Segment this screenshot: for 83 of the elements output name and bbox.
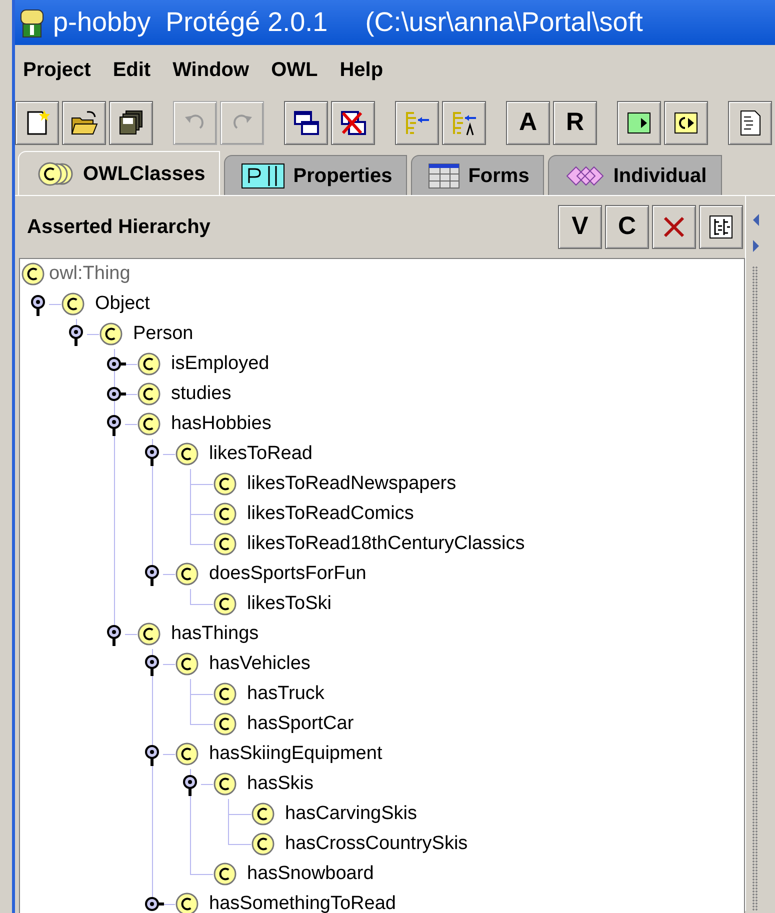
- tab[interactable]: Properties: [224, 155, 408, 195]
- expand-right-icon[interactable]: [752, 240, 760, 252]
- menu-item[interactable]: Help: [340, 55, 384, 85]
- toolbar-button[interactable]: [664, 100, 708, 144]
- tree-item[interactable]: likesToReadComics: [247, 500, 414, 528]
- tree-handle[interactable]: [68, 324, 84, 346]
- panel-button[interactable]: V: [558, 205, 602, 249]
- menu-item[interactable]: OWL: [271, 55, 318, 85]
- toolbar-button[interactable]: [617, 100, 661, 144]
- tree-handle[interactable]: [106, 414, 122, 436]
- panel-button[interactable]: [652, 205, 696, 249]
- tree-item[interactable]: hasCrossCountrySkis: [285, 830, 468, 858]
- toolbar-button[interactable]: [15, 100, 59, 144]
- tree-item[interactable]: hasCarvingSkis: [285, 800, 417, 828]
- tree-handle[interactable]: [144, 564, 160, 586]
- tree-handle[interactable]: [106, 624, 122, 646]
- class-icon: [213, 532, 237, 556]
- tab[interactable]: OWLClasses: [18, 151, 220, 195]
- tree-item[interactable]: isEmployed: [171, 350, 270, 378]
- tab[interactable]: Individual: [548, 155, 722, 195]
- tree-handle[interactable]: [144, 444, 160, 466]
- class-icon: [137, 412, 161, 436]
- tree-handle[interactable]: [182, 774, 198, 796]
- tree-item[interactable]: studies: [171, 380, 232, 408]
- class-icon: [213, 772, 237, 796]
- panel-title: Asserted Hierarchy: [26, 215, 210, 240]
- class-icon: [175, 562, 199, 586]
- class-icon: [213, 712, 237, 736]
- hierarchy-icon: [707, 213, 735, 241]
- tree-handle[interactable]: [144, 744, 160, 766]
- tab[interactable]: Forms: [411, 155, 544, 195]
- tree-item[interactable]: doesSportsForFun: [209, 560, 366, 588]
- class-icon: [213, 502, 237, 526]
- class-icon: [175, 442, 199, 466]
- menu-item[interactable]: Project: [23, 55, 91, 85]
- class-icon: [213, 682, 237, 706]
- tree-item[interactable]: hasThings: [171, 620, 259, 648]
- tree-item[interactable]: Object: [95, 290, 150, 318]
- menu-item[interactable]: Edit: [112, 55, 151, 85]
- tree-item[interactable]: Person: [133, 320, 194, 348]
- tree-item[interactable]: likesToSki: [247, 590, 332, 618]
- tree-item[interactable]: hasSomethingToRead: [209, 890, 396, 913]
- tree-item[interactable]: hasSportCar: [247, 710, 354, 738]
- class-icon: [137, 622, 161, 646]
- tree-handle[interactable]: [30, 294, 46, 316]
- form-icon: [428, 162, 460, 188]
- tree-item[interactable]: hasTruck: [247, 680, 324, 708]
- tree-item[interactable]: likesToReadNewspapers: [247, 470, 456, 498]
- tree-item[interactable]: owl:Thing: [49, 260, 130, 288]
- class-icon: [213, 472, 237, 496]
- panel-button[interactable]: [699, 205, 743, 249]
- toolbar-button[interactable]: [284, 100, 328, 144]
- tree-item[interactable]: likesToRead: [209, 440, 312, 468]
- window-title: p-hobby Protégé 2.0.1 (C:\usr\anna\Portal\soft: [53, 6, 643, 40]
- toolbar-button[interactable]: [62, 100, 106, 144]
- toolbar-button[interactable]: [109, 100, 153, 144]
- toolbar-button[interactable]: [442, 100, 486, 144]
- toolbar-button[interactable]: [728, 100, 772, 144]
- class-icon: [251, 802, 275, 826]
- toolbar-button[interactable]: A: [506, 100, 550, 144]
- class-icon: [251, 832, 275, 856]
- class-icon: [175, 652, 199, 676]
- tree-item[interactable]: likesToRead18thCenturyClassics: [247, 530, 525, 558]
- class-icon: [213, 592, 237, 616]
- tree-item[interactable]: hasHobbies: [171, 410, 272, 438]
- panel-button[interactable]: C: [605, 205, 649, 249]
- toolbar-button[interactable]: R: [553, 100, 597, 144]
- class-icon: [61, 292, 85, 316]
- class-icon: [137, 382, 161, 406]
- tree-handle[interactable]: [144, 894, 165, 913]
- tree-item[interactable]: hasVehicles: [209, 650, 310, 678]
- collapse-left-icon[interactable]: [752, 214, 760, 226]
- menu-item[interactable]: Window: [172, 55, 250, 85]
- class-icon: [175, 742, 199, 766]
- tree-item[interactable]: hasSkiingEquipment: [209, 740, 382, 768]
- toolbar-button[interactable]: [331, 100, 375, 144]
- properties-icon: [241, 162, 286, 188]
- tree-item[interactable]: hasSnowboard: [247, 860, 374, 888]
- class-icon: [137, 352, 161, 376]
- tree-item[interactable]: hasSkis: [247, 770, 314, 798]
- class-icon: [99, 322, 123, 346]
- tree-handle[interactable]: [144, 654, 160, 676]
- class-icon: [213, 862, 237, 886]
